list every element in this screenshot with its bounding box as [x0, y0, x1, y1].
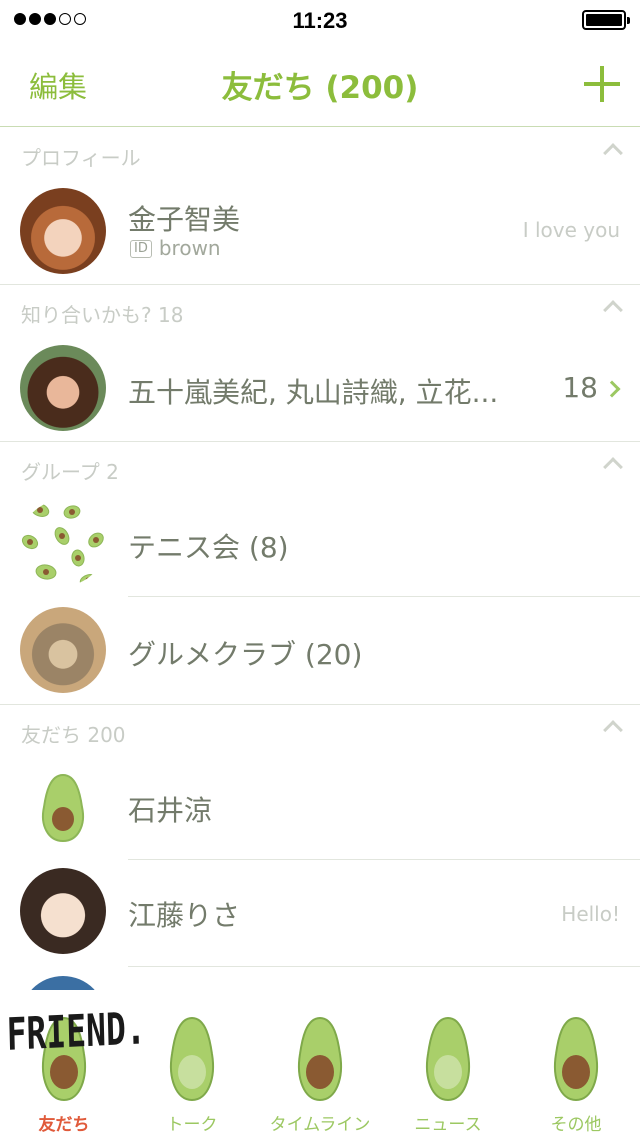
tab-label: ニュース — [414, 1115, 482, 1135]
section-label: 知り合いかも? 18 — [21, 303, 184, 327]
profile-row[interactable]: 金子智美 I love you — [0, 178, 640, 284]
group-name: テニス会 (8) — [128, 531, 289, 564]
avatar — [20, 868, 106, 954]
section-header-friends[interactable]: 友だち 200 — [0, 705, 640, 755]
section-label: グループ 2 — [21, 460, 119, 484]
section-label: 友だち 200 — [21, 723, 126, 747]
plus-icon[interactable] — [584, 66, 620, 102]
suggestion-names: 五十嵐美紀, 丸山詩織, 立花... — [128, 376, 499, 409]
chevron-up-icon[interactable] — [603, 457, 623, 477]
avatar — [20, 500, 106, 586]
status-time: 11:23 — [292, 8, 348, 33]
group-row[interactable]: テニス会 (8) — [0, 492, 640, 596]
tab-friends[interactable]: FRIEND. 友だち — [0, 1001, 146, 1136]
chevron-up-icon[interactable] — [603, 300, 623, 320]
friend-name: 江藤りさ — [128, 899, 241, 932]
group-row[interactable]: グルメクラブ (20) — [0, 597, 640, 704]
friend-row[interactable]: 江藤りさ Hello! — [0, 860, 640, 966]
suggestion-count: 18 — [562, 371, 598, 404]
tab-label: トーク — [166, 1115, 218, 1135]
battery-icon — [582, 10, 630, 30]
status-bar: 11:23 — [0, 0, 640, 40]
friend-status: Hello! — [561, 902, 620, 926]
tab-more[interactable]: その他 — [512, 1014, 640, 1136]
id-badge: ID — [130, 240, 152, 258]
divider — [128, 966, 640, 967]
chevron-up-icon[interactable] — [603, 143, 623, 163]
section-header-profile[interactable]: プロフィール — [0, 128, 640, 178]
section-header-groups[interactable]: グループ 2 — [0, 442, 640, 492]
profile-status: I love you — [522, 218, 620, 242]
avocado-icon — [170, 1016, 214, 1102]
section-label: プロフィール — [21, 146, 141, 170]
page-title: 友だち (200) — [221, 70, 419, 106]
tab-talk[interactable]: トーク — [128, 1014, 256, 1136]
tab-label: 友だち — [38, 1115, 90, 1135]
suggestions-row[interactable]: 五十嵐美紀, 丸山詩織, 立花... 18 — [0, 335, 640, 441]
id-value: brown — [158, 236, 221, 260]
avatar — [20, 607, 106, 693]
section-header-suggestions[interactable]: 知り合いかも? 18 — [0, 285, 640, 335]
chevron-up-icon[interactable] — [603, 720, 623, 740]
tab-timeline[interactable]: タイムライン — [256, 1014, 384, 1136]
avatar — [20, 763, 106, 849]
group-name: グルメクラブ (20) — [128, 638, 363, 671]
navigation-bar: 編集 友だち (200) — [0, 40, 640, 127]
tab-bar: FRIEND. 友だち トーク タイムライン ニュース その他 — [0, 990, 640, 1136]
profile-id: ID brown — [130, 236, 221, 260]
friend-name: 石井涼 — [128, 794, 213, 827]
avocado-icon — [426, 1016, 470, 1102]
profile-name: 金子智美 — [128, 203, 241, 236]
edit-button[interactable]: 編集 — [29, 64, 87, 106]
avatar — [20, 188, 106, 274]
avocado-icon — [554, 1016, 598, 1102]
tab-label: その他 — [550, 1115, 602, 1135]
chevron-right-icon — [603, 380, 621, 398]
avatar — [20, 345, 106, 431]
tab-news[interactable]: ニュース — [384, 1014, 512, 1136]
tab-label: タイムライン — [269, 1115, 371, 1135]
friend-lettering: FRIEND. — [6, 1001, 147, 1061]
avocado-icon — [298, 1016, 342, 1102]
friend-row[interactable]: 石井涼 — [0, 755, 640, 859]
